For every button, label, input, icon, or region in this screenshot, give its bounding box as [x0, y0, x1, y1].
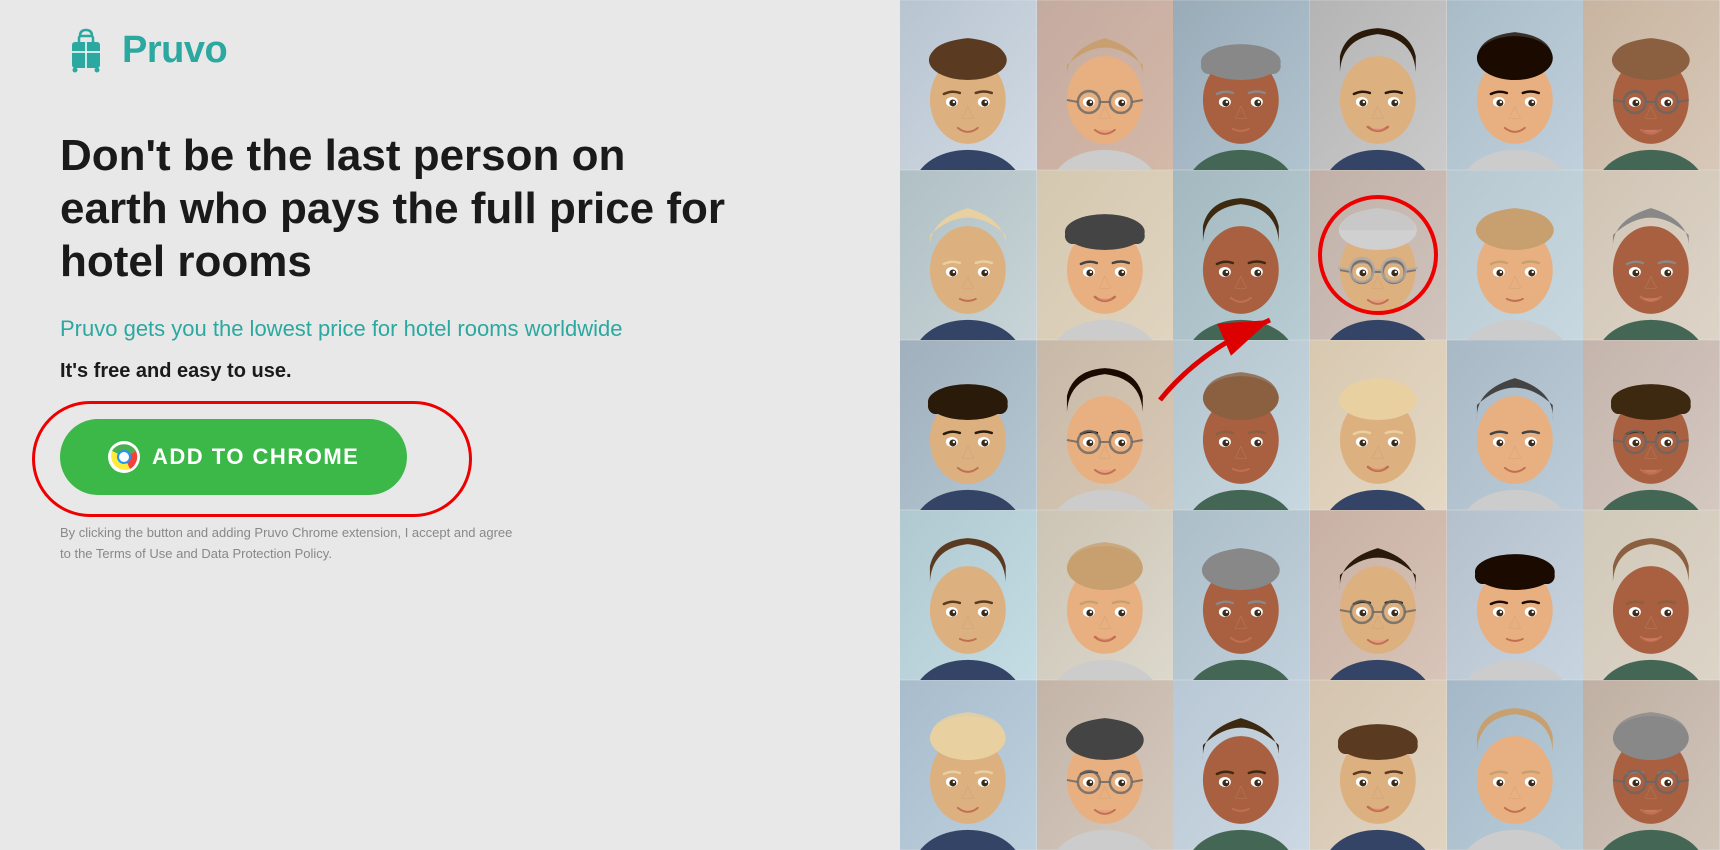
disclaimer-text: By clicking the button and adding Pruvo … [60, 523, 520, 565]
photo-cell [1173, 0, 1310, 170]
luggage-icon [60, 24, 112, 76]
logo-text: Pruvo [122, 29, 227, 72]
photo-cell [900, 510, 1037, 680]
photo-cell [1173, 340, 1310, 510]
logo[interactable]: Pruvo [60, 24, 227, 76]
photo-cell [1583, 340, 1720, 510]
photo-cell [1583, 680, 1720, 850]
photo-cell [1310, 510, 1447, 680]
photo-cell [1310, 340, 1447, 510]
photo-cell [1447, 510, 1584, 680]
photo-cell [1583, 170, 1720, 340]
photo-cell [1310, 0, 1447, 170]
photo-cell [1583, 510, 1720, 680]
add-to-chrome-button[interactable]: ADD TO CHROME [60, 419, 407, 495]
photo-cell [900, 340, 1037, 510]
photo-cell [900, 170, 1037, 340]
photo-cell [1173, 170, 1310, 340]
photo-cell [1037, 510, 1174, 680]
photo-cell [1037, 170, 1174, 340]
photo-cell [1037, 680, 1174, 850]
photo-cell [1310, 170, 1447, 340]
cta-area: ADD TO CHROME [60, 419, 407, 495]
photo-cell [1037, 340, 1174, 510]
photo-cell [1173, 510, 1310, 680]
photo-cell [1447, 0, 1584, 170]
photo-cell [1447, 680, 1584, 850]
photo-cell [900, 680, 1037, 850]
photo-cell [1037, 0, 1174, 170]
photo-cell [900, 0, 1037, 170]
photo-grid [900, 0, 1720, 850]
chrome-icon [108, 441, 140, 473]
main-headline: Don't be the last person on earth who pa… [60, 130, 740, 288]
sub-headline: Pruvo gets you the lowest price for hote… [60, 316, 740, 342]
hero-content: Don't be the last person on earth who pa… [60, 130, 740, 565]
free-easy-text: It's free and easy to use. [60, 360, 740, 383]
photo-cell [1310, 680, 1447, 850]
photo-cell [1173, 680, 1310, 850]
photo-cell [1447, 170, 1584, 340]
add-to-chrome-label: ADD TO CHROME [152, 444, 359, 470]
photo-grid-container [900, 0, 1720, 850]
photo-cell [1447, 340, 1584, 510]
photo-cell [1583, 0, 1720, 170]
